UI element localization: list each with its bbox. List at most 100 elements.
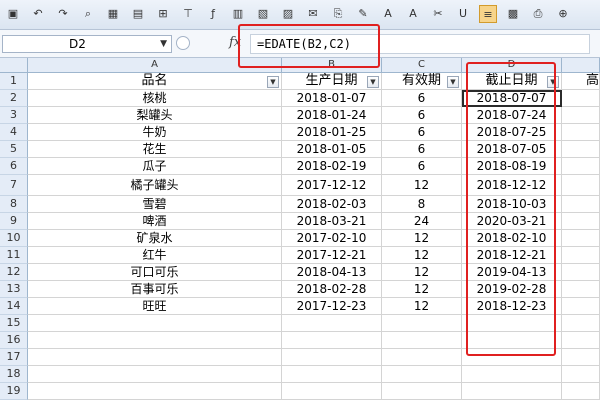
cell-empty[interactable] — [562, 281, 600, 298]
cell-name[interactable] — [28, 315, 282, 332]
row-header[interactable]: 1 — [0, 73, 28, 90]
cell-production-date[interactable]: 2017-12-12 — [282, 175, 382, 196]
cell-production-date[interactable]: 2018-04-13 — [282, 264, 382, 281]
row-header[interactable]: 5 — [0, 141, 28, 158]
cell-empty[interactable] — [562, 90, 600, 107]
cut-icon[interactable]: ✂ — [429, 5, 447, 23]
cell-expiry-date[interactable] — [462, 366, 562, 383]
cell-production-date[interactable]: 2018-01-07 — [282, 90, 382, 107]
column-header-c[interactable]: C — [382, 58, 462, 73]
row-header[interactable]: 19 — [0, 383, 28, 400]
row-header[interactable]: 9 — [0, 213, 28, 230]
cell-name[interactable]: 旺旺 — [28, 298, 282, 315]
image-icon[interactable]: ▧ — [254, 5, 272, 23]
scroll-handle-icon[interactable] — [176, 36, 190, 50]
cell-name[interactable] — [28, 366, 282, 383]
filter-dropdown-icon[interactable]: ▼ — [447, 76, 459, 88]
row-header[interactable]: 10 — [0, 230, 28, 247]
table-icon[interactable]: ▦ — [104, 5, 122, 23]
cell-shelf-life[interactable]: 12 — [382, 247, 462, 264]
cell-name[interactable]: 牛奶 — [28, 124, 282, 141]
cell-shelf-life[interactable]: 24 — [382, 213, 462, 230]
sort-asc-icon[interactable]: A — [379, 5, 397, 23]
cell-empty[interactable] — [562, 332, 600, 349]
name-box[interactable]: D2 ▼ — [2, 35, 172, 53]
print-preview-icon[interactable]: ⌕ — [79, 5, 97, 23]
cell-production-date[interactable]: 2018-01-05 — [282, 141, 382, 158]
cell-name[interactable]: 矿泉水 — [28, 230, 282, 247]
merge-icon[interactable]: ⊞ — [154, 5, 172, 23]
print-icon[interactable]: ⎙ — [529, 5, 547, 23]
cell-empty[interactable] — [562, 298, 600, 315]
format-painter-icon[interactable]: ✎ — [354, 5, 372, 23]
cell-empty[interactable] — [562, 230, 600, 247]
cell-shelf-life[interactable]: 12 — [382, 175, 462, 196]
filter-icon[interactable]: ⊤ — [179, 5, 197, 23]
cell-production-date[interactable]: 2017-12-21 — [282, 247, 382, 264]
cell-shelf-life[interactable]: 6 — [382, 124, 462, 141]
font-size-icon[interactable]: A — [404, 5, 422, 23]
save-icon[interactable]: ▣ — [4, 5, 22, 23]
row-header[interactable]: 11 — [0, 247, 28, 264]
cell-empty[interactable] — [562, 366, 600, 383]
cell-expiry-date[interactable] — [462, 383, 562, 400]
cell-shelf-life[interactable]: 12 — [382, 230, 462, 247]
redo-icon[interactable]: ↷ — [54, 5, 72, 23]
cell-name[interactable]: 红牛 — [28, 247, 282, 264]
cell-production-date[interactable]: 2018-01-24 — [282, 107, 382, 124]
cell-shelf-life[interactable]: 6 — [382, 90, 462, 107]
header-production-date[interactable]: 生产日期 ▼ — [282, 73, 382, 90]
cell-empty[interactable] — [562, 124, 600, 141]
cell-production-date[interactable]: 2018-02-03 — [282, 196, 382, 213]
cell-empty[interactable] — [562, 383, 600, 400]
cell-shelf-life[interactable]: 6 — [382, 158, 462, 175]
row-header[interactable]: 4 — [0, 124, 28, 141]
cell-shelf-life[interactable]: 12 — [382, 298, 462, 315]
row-header[interactable]: 7 — [0, 175, 28, 196]
header-shelf-life[interactable]: 有效期 ▼ — [382, 73, 462, 90]
row-header[interactable]: 14 — [0, 298, 28, 315]
chart-icon[interactable]: ▥ — [229, 5, 247, 23]
row-header[interactable]: 8 — [0, 196, 28, 213]
filter-dropdown-icon[interactable]: ▼ — [267, 76, 279, 88]
cell-shelf-life[interactable]: 12 — [382, 281, 462, 298]
cell-empty[interactable] — [562, 213, 600, 230]
header-extra[interactable]: 高 — [562, 73, 600, 90]
cell-production-date[interactable] — [282, 315, 382, 332]
cell-production-date[interactable]: 2017-12-23 — [282, 298, 382, 315]
cell-production-date[interactable]: 2018-03-21 — [282, 213, 382, 230]
cell-shelf-life[interactable]: 8 — [382, 196, 462, 213]
underline-icon[interactable]: U — [454, 5, 472, 23]
header-name[interactable]: 品名 ▼ — [28, 73, 282, 90]
cell-shelf-life[interactable]: 6 — [382, 107, 462, 124]
cell-empty[interactable] — [562, 349, 600, 366]
cell-name[interactable]: 瓜子 — [28, 158, 282, 175]
cell-production-date[interactable] — [282, 366, 382, 383]
cell-empty[interactable] — [562, 264, 600, 281]
cell-name[interactable] — [28, 332, 282, 349]
cell-name[interactable]: 雪碧 — [28, 196, 282, 213]
copy-icon[interactable]: ⎘ — [329, 5, 347, 23]
cell-shelf-life[interactable]: 6 — [382, 141, 462, 158]
cell-shelf-life[interactable] — [382, 315, 462, 332]
cell-name[interactable] — [28, 383, 282, 400]
cell-empty[interactable] — [562, 175, 600, 196]
cell-shelf-life[interactable] — [382, 366, 462, 383]
cell-empty[interactable] — [562, 141, 600, 158]
filter-dropdown-icon[interactable]: ▼ — [367, 76, 379, 88]
row-header[interactable]: 2 — [0, 90, 28, 107]
row-header[interactable]: 12 — [0, 264, 28, 281]
cell-production-date[interactable]: 2018-02-28 — [282, 281, 382, 298]
cell-name[interactable]: 橘子罐头 — [28, 175, 282, 196]
row-header[interactable]: 17 — [0, 349, 28, 366]
cell-production-date[interactable] — [282, 349, 382, 366]
cell-name[interactable]: 啤酒 — [28, 213, 282, 230]
row-header[interactable]: 6 — [0, 158, 28, 175]
align-icon[interactable]: ≡ — [479, 5, 497, 23]
cell-name[interactable]: 核桃 — [28, 90, 282, 107]
chevron-down-icon[interactable]: ▼ — [160, 36, 167, 52]
cell-empty[interactable] — [562, 315, 600, 332]
cell-name[interactable]: 可口可乐 — [28, 264, 282, 281]
cell-production-date[interactable]: 2018-02-19 — [282, 158, 382, 175]
calc-icon[interactable]: ▩ — [504, 5, 522, 23]
